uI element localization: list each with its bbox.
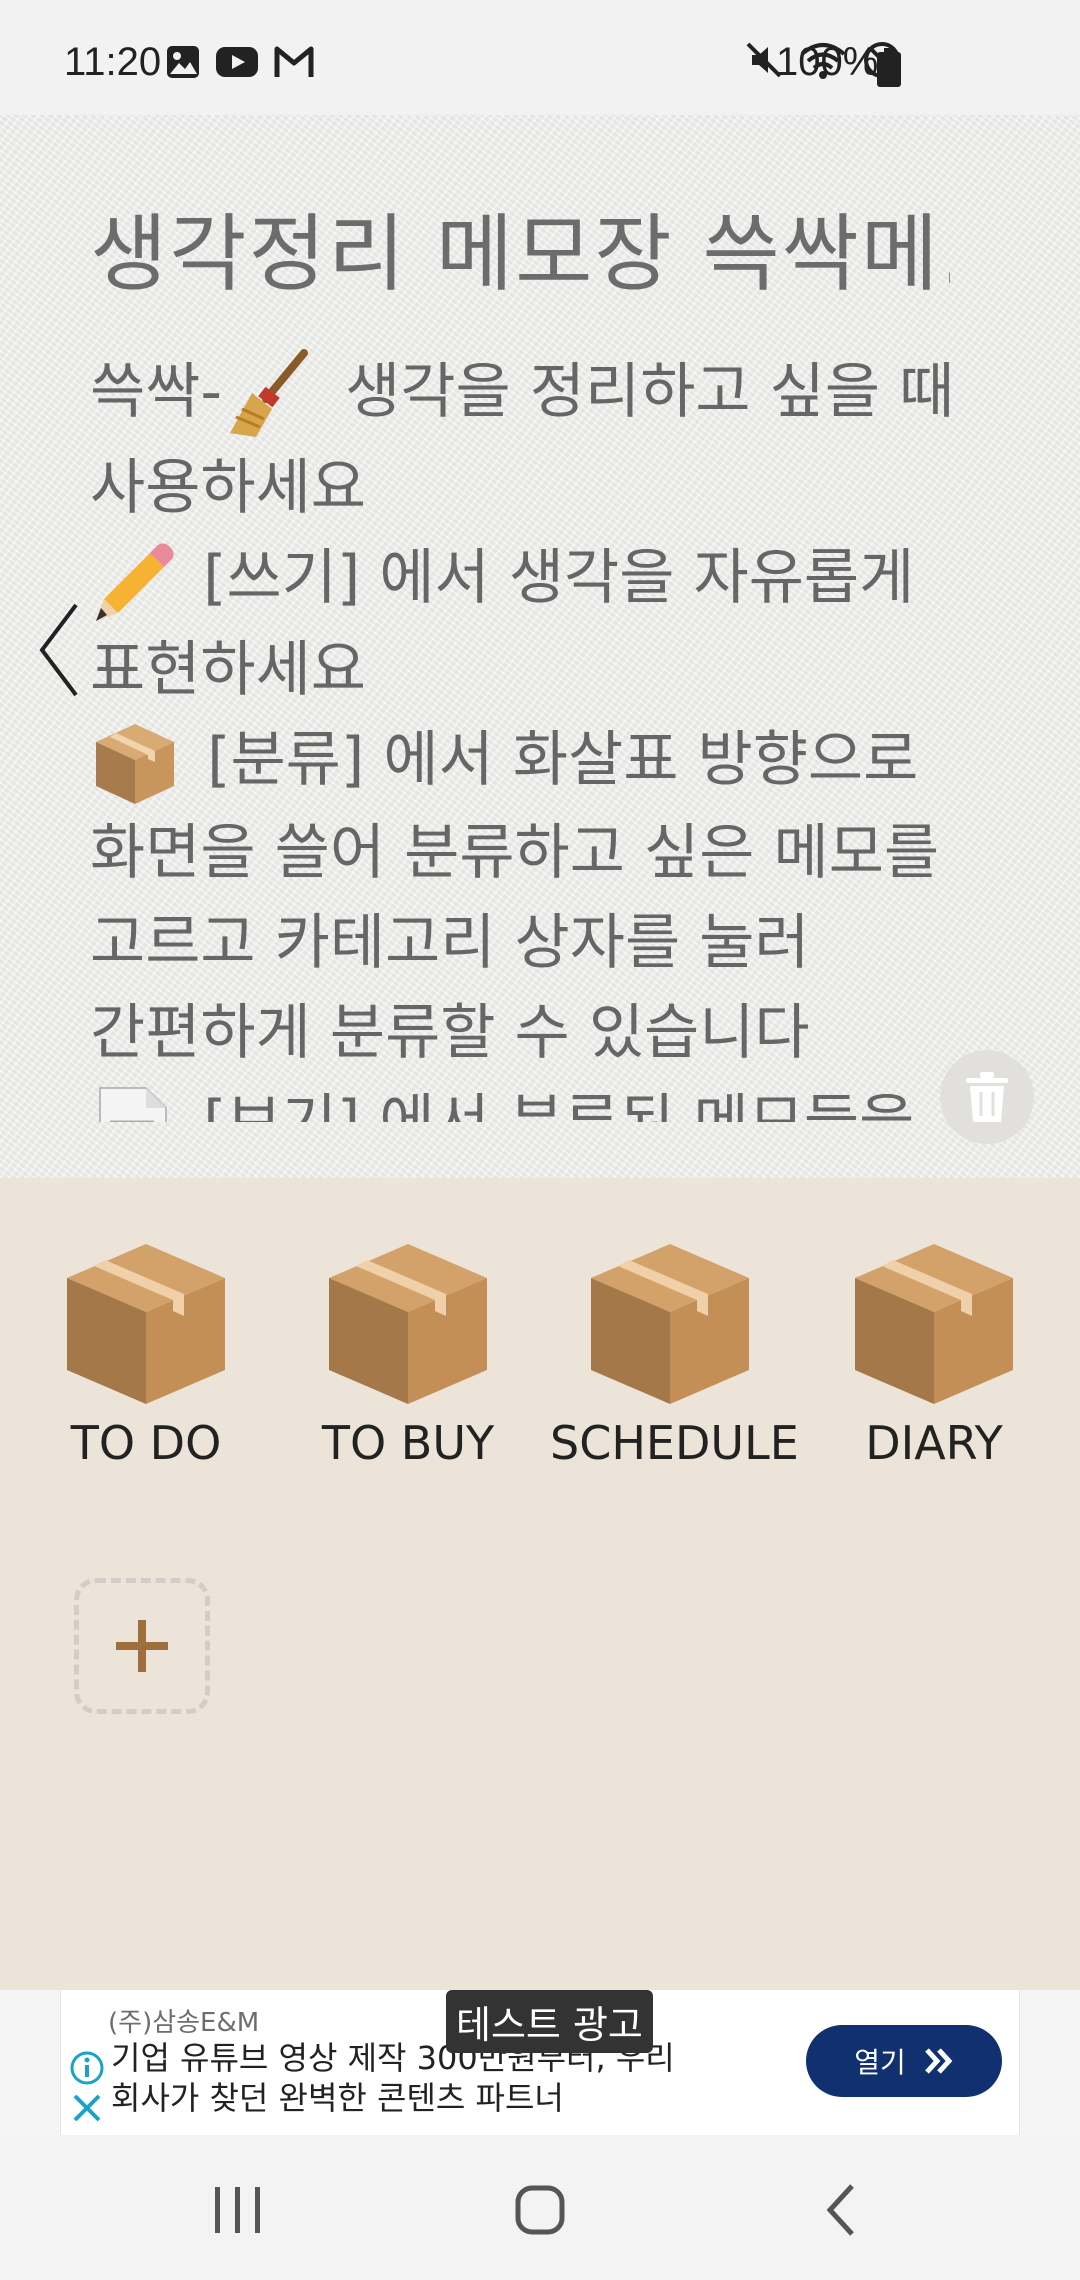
back-button[interactable] [782, 2160, 902, 2260]
plus-icon [116, 1620, 168, 1672]
memo-line: [쓰기] 에서 생각을 자유롭게 [90, 533, 970, 624]
delete-button[interactable] [940, 1050, 1034, 1144]
battery-icon [877, 48, 901, 87]
package-icon [96, 724, 174, 805]
notification-icons [165, 44, 315, 80]
status-bar: 11:20 100% [0, 0, 1080, 130]
box-icon [329, 1244, 487, 1404]
memo-line: 표현하세요 [90, 625, 970, 715]
memo-line-text: 고르고 카테고리 상자를 눌러 [90, 908, 810, 979]
memo-line-text: [쓰기] 에서 생각을 자유롭게 [184, 543, 915, 614]
youtube-icon [216, 47, 258, 77]
battery-percent: 100% [776, 40, 879, 84]
broom-icon [230, 349, 309, 438]
previous-memo-arrow-icon[interactable] [32, 595, 92, 705]
ad-banner[interactable]: (주)삼송E&M 기업 유튜브 영상 제작 300만원부터, 우리 회사가 찾던… [60, 1990, 1020, 2135]
ad-open-label: 열기 [854, 2046, 906, 2079]
memo-line: [보기] 에서 분류된 메모들을 [90, 1078, 970, 1122]
recent-apps-button[interactable] [178, 2160, 298, 2260]
category-label: TO DO [70, 1416, 222, 1470]
category-todo[interactable]: TO DO [26, 1238, 266, 1470]
double-chevron-right-icon [924, 2048, 953, 2074]
ad-text-line: 회사가 찾던 완벽한 콘텐츠 파트너 [111, 2079, 564, 2117]
category-schedule[interactable]: SCHEDULE [550, 1238, 799, 1470]
box-icon [591, 1244, 749, 1404]
memo-body[interactable]: 쓱싹- 생각을 정리하고 싶을 때 사용하세요 [쓰기] 에서 생각을 자유롭게 [90, 347, 970, 1122]
home-icon [515, 2185, 565, 2235]
category-label: SCHEDULE [550, 1416, 799, 1470]
memo-line-text: [분류] 에서 화살표 방향으로 [188, 724, 919, 795]
add-category-button[interactable] [74, 1578, 210, 1714]
memo-line: 고르고 카테고리 상자를 눌러 [90, 898, 970, 988]
memo-line-text: 간편하게 분류할 수 있습니다 [90, 998, 810, 1069]
memo-line-text: 사용하세요 [90, 453, 366, 524]
gallery-icon [167, 46, 199, 78]
memo-line: 쓱싹- 생각을 정리하고 싶을 때 [90, 347, 970, 443]
memo-line: 간편하게 분류할 수 있습니다 [90, 988, 970, 1078]
memo-line: [분류] 에서 화살표 방향으로 [90, 715, 970, 808]
category-tobuy[interactable]: TO BUY [288, 1238, 528, 1470]
memo-line-text: 생각을 정리하고 싶을 때 [326, 357, 955, 427]
box-icon [855, 1244, 1013, 1404]
home-button[interactable] [480, 2160, 600, 2260]
memo-line-text: [보기] 에서 분류된 메모들을 [184, 1088, 914, 1122]
memo-line-text: 표현하세요 [90, 634, 366, 705]
category-label: TO BUY [321, 1416, 495, 1470]
ad-close-icon[interactable] [71, 2092, 103, 2124]
memo-title: 생각정리 메모장 쓱싹메... [90, 205, 950, 303]
test-ad-label: 테스트 광고 [446, 1990, 653, 2053]
category-label: DIARY [865, 1416, 1003, 1470]
pencil-icon [96, 543, 174, 621]
category-diary[interactable]: DIARY [814, 1238, 1054, 1470]
recent-apps-icon [215, 2187, 260, 2233]
ad-info-icon[interactable] [69, 2050, 105, 2086]
memo-line: 사용하세요 [90, 443, 970, 533]
document-icon [99, 1086, 167, 1122]
trash-icon [966, 1072, 1008, 1122]
ad-advertiser: (주)삼송E&M [108, 2008, 260, 2038]
memo-card[interactable]: 생각정리 메모장 쓱싹메... 쓱싹- 생각을 정리하고 싶을 때 사용하세요 [0, 115, 1080, 1178]
gmail-icon [274, 46, 314, 77]
ad-open-button[interactable]: 열기 [806, 2025, 1002, 2097]
navigation-bar [0, 2135, 1080, 2280]
back-icon [826, 2184, 854, 2236]
category-panel: TO DO TO BUY SCHEDULE DIARY [0, 1178, 1080, 1990]
status-time: 11:20 [64, 40, 162, 84]
box-icon [67, 1244, 225, 1404]
app-screen: 11:20 100% 생각정리 메모장 쓱싹메... 쓱싹- 생각을 정리하고 … [0, 0, 1080, 2280]
memo-line-prefix: 쓱싹- [90, 357, 223, 427]
memo-line: 화면을 쓸어 분류하고 싶은 메모를 [90, 808, 970, 898]
memo-line-text: 화면을 쓸어 분류하고 싶은 메모를 [90, 818, 940, 889]
